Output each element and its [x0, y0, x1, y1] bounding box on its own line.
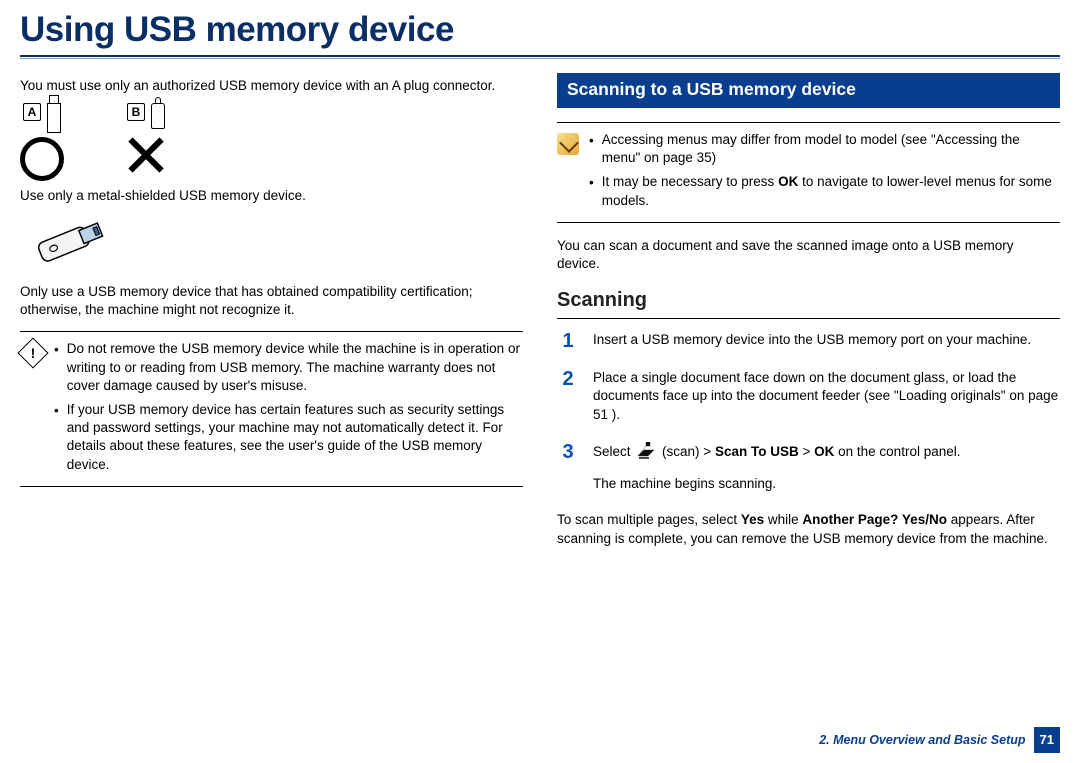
step-body: Insert a USB memory device into the USB …	[593, 331, 1060, 349]
step3-pre: Select	[593, 444, 634, 459]
info-note-item: It may be necessary to press OK to navig…	[589, 173, 1060, 209]
intro-text: You must use only an authorized USB memo…	[20, 77, 523, 95]
step3-bold1: Scan To USB	[715, 444, 799, 459]
allowed-icon	[20, 137, 64, 181]
warning-item: If your USB memory device has certain fe…	[54, 401, 523, 474]
warning-list: Do not remove the USB memory device whil…	[54, 338, 523, 480]
right-column: Scanning to a USB memory device Accessin…	[557, 71, 1060, 555]
plug-a-label: A	[23, 103, 41, 121]
info-note-list: Accessing menus may differ from model to…	[589, 129, 1060, 216]
step-2: 2 Place a single document face down on t…	[557, 369, 1060, 424]
footer-chapter: 2. Menu Overview and Basic Setup	[819, 732, 1025, 749]
step-body: Place a single document face down on the…	[593, 369, 1060, 424]
compat-text: Only use a USB memory device that has ob…	[20, 283, 523, 319]
page-title: Using USB memory device	[20, 0, 1060, 55]
plug-b-label: B	[127, 103, 145, 121]
sub-heading-scanning: Scanning	[557, 287, 1060, 319]
note2-prefix: It may be necessary to press	[602, 174, 778, 189]
usb-plug-illustration: A B	[20, 103, 523, 181]
scan-icon	[636, 442, 656, 465]
title-divider	[20, 55, 1060, 63]
page-footer: 2. Menu Overview and Basic Setup 71	[819, 727, 1060, 753]
content-columns: You must use only an authorized USB memo…	[20, 71, 1060, 555]
usb-plug-b: B	[124, 103, 168, 177]
not-allowed-icon	[124, 133, 168, 177]
warning-item: Do not remove the USB memory device whil…	[54, 340, 523, 395]
step3-mid: >	[802, 444, 814, 459]
scan-intro: You can scan a document and save the sca…	[557, 237, 1060, 273]
info-note: Accessing menus may differ from model to…	[557, 122, 1060, 223]
metal-usb-illustration	[24, 214, 523, 273]
steps-list: 1 Insert a USB memory device into the US…	[557, 331, 1060, 493]
left-column: You must use only an authorized USB memo…	[20, 71, 523, 555]
note-pencil-icon	[557, 133, 579, 155]
step3-bold2: OK	[814, 444, 834, 459]
step3-line2: The machine begins scanning.	[593, 475, 1060, 493]
info-note-item: Accessing menus may differ from model to…	[589, 131, 1060, 167]
step3-post: on the control panel.	[838, 444, 960, 459]
step-1: 1 Insert a USB memory device into the US…	[557, 331, 1060, 351]
step-number: 3	[557, 442, 579, 462]
step-body: Select (scan) > Scan To USB > OK on the …	[593, 442, 1060, 493]
step3-after-icon: (scan) >	[662, 444, 715, 459]
tail-paragraph: To scan multiple pages, select Yes while…	[557, 511, 1060, 547]
section-heading: Scanning to a USB memory device	[557, 73, 1060, 108]
step-number: 2	[557, 369, 579, 389]
caution-icon: !	[17, 338, 48, 369]
page-number-badge: 71	[1034, 727, 1060, 753]
step-3: 3 Select (scan) > Scan To USB > OK on th…	[557, 442, 1060, 493]
warning-note: ! Do not remove the USB memory device wh…	[20, 331, 523, 487]
step-number: 1	[557, 331, 579, 351]
note2-bold: OK	[778, 174, 798, 189]
metal-shield-text: Use only a metal-shielded USB memory dev…	[20, 187, 523, 205]
usb-plug-a: A	[20, 103, 64, 181]
